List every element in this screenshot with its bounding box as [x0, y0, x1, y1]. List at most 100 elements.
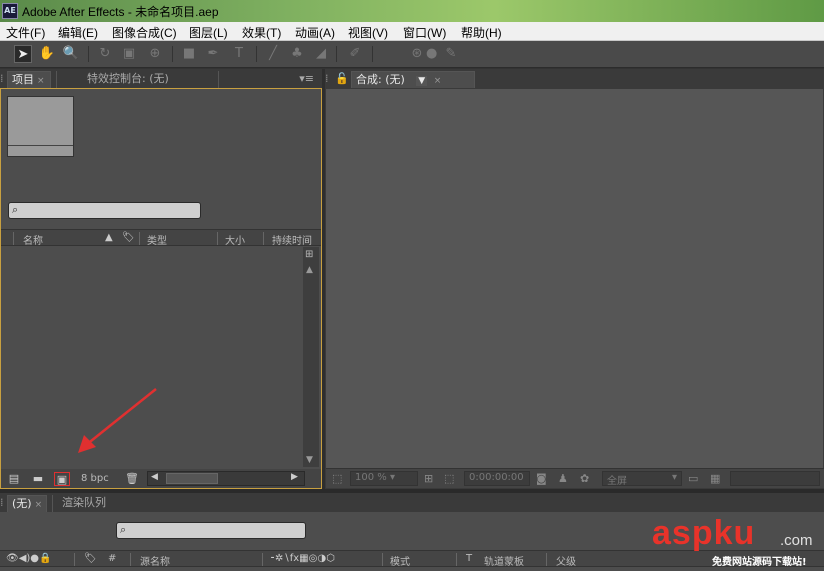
menu-file[interactable]: 文件(F) [6, 24, 45, 41]
brush-tool-icon[interactable]: ╱ [264, 45, 282, 63]
tab-composition[interactable]: 合成: (无) ▼ × [351, 71, 475, 88]
lock-icon[interactable]: 🔓 [335, 71, 349, 88]
av-features-icons[interactable]: 👁◀)●🔒 [6, 553, 51, 564]
column-size[interactable]: 大小 [225, 232, 245, 247]
watermark: aspku .com 免费网站源码下载站! [652, 512, 824, 571]
project-bottom-bar: ▤ ▬ ▣ 8 bpc 🗑 ◀ ▶ [1, 469, 321, 488]
label-tag-icon[interactable]: 🏷 [122, 232, 135, 243]
region-of-interest-icon[interactable]: ▭ [688, 472, 698, 485]
column-t[interactable]: T [466, 553, 472, 564]
hand-tool-icon[interactable]: ✋ [38, 45, 56, 63]
column-divider [263, 232, 264, 245]
menu-view[interactable]: 视图(V) [348, 24, 388, 41]
zoom-tool-icon[interactable]: 🔍 [62, 45, 80, 63]
transparency-grid-icon[interactable]: ▦ [710, 472, 720, 485]
comp-dropdown-icon[interactable]: ▼ [416, 76, 428, 86]
puppet-overlap-tool-icon[interactable]: ✎ [442, 45, 460, 63]
menu-animation[interactable]: 动画(A) [295, 24, 335, 41]
scroll-right-icon[interactable]: ▶ [291, 472, 298, 482]
label-tag-icon[interactable]: 🏷 [84, 553, 97, 564]
resolution-select[interactable]: 全屏 ▾ [602, 471, 682, 487]
column-track-matte[interactable]: 轨道蒙板 [484, 553, 524, 568]
column-divider [456, 553, 457, 566]
new-composition-icon[interactable]: ▣ [54, 472, 70, 486]
column-divider [217, 232, 218, 245]
toolbar-divider [88, 46, 89, 62]
project-panel-tabbar: ⁞ 项目 × 特效控制台: (无) ▾≡ [0, 69, 322, 88]
composition-viewer[interactable]: ⬚ 100 % ▾ ⊞ ⬚ 0:00:00:00 ◙ ♟ ✿ 全屏 ▾ ▭ ▦ [325, 88, 824, 489]
column-divider [546, 553, 547, 566]
close-icon[interactable]: × [434, 76, 442, 86]
type-tool-icon[interactable]: T [230, 45, 248, 63]
zoom-select[interactable]: 100 % ▾ [350, 471, 418, 486]
column-parent[interactable]: 父级 [556, 553, 576, 568]
menu-window[interactable]: 窗口(W) [403, 24, 446, 41]
timecode-field[interactable]: 0:00:00:00 [464, 471, 530, 486]
column-duration[interactable]: 持续时间 [272, 232, 312, 247]
column-divider [139, 232, 140, 245]
timeline-search-input[interactable]: ⌕ [116, 522, 306, 539]
flowchart-icon[interactable]: ⊞ [305, 249, 313, 260]
roto-brush-tool-icon[interactable]: ✐ [346, 45, 364, 63]
scroll-up-icon[interactable]: ▲ [306, 265, 313, 275]
column-number[interactable]: # [108, 553, 116, 564]
column-divider [130, 553, 131, 566]
menu-composition[interactable]: 图像合成(C) [112, 24, 177, 41]
tab-render-queue-label: 渲染队列 [62, 496, 106, 509]
eraser-tool-icon[interactable]: ◢ [312, 45, 330, 63]
view-select[interactable] [730, 471, 820, 486]
tab-timeline[interactable]: (无) × [7, 495, 47, 512]
sort-asc-icon[interactable]: ▲ [105, 232, 113, 243]
tab-effects-controls[interactable]: 特效控制台: (无) [56, 71, 216, 88]
tab-effects-label: 特效控制台: (无) [87, 72, 169, 85]
new-folder-icon[interactable]: ▬ [30, 472, 46, 486]
close-icon[interactable]: × [35, 500, 43, 510]
scroll-down-icon[interactable]: ▼ [306, 455, 313, 465]
watermark-brand: aspku [652, 514, 756, 552]
column-mode[interactable]: 模式 [390, 553, 410, 568]
project-search-input[interactable]: ⌕ [8, 202, 201, 219]
trash-icon[interactable]: 🗑 [124, 472, 140, 486]
channel-icon[interactable]: ✿ [580, 472, 589, 485]
column-source-name[interactable]: 源名称 [140, 553, 170, 568]
pen-tool-icon[interactable]: ✒ [204, 45, 222, 63]
puppet-pin-tool-icon[interactable]: ⊛ [408, 45, 426, 63]
column-name[interactable]: 名称 [23, 232, 43, 247]
close-icon[interactable]: × [37, 76, 45, 86]
project-scrollbar[interactable]: ⊞ ▲ ▼ [303, 247, 319, 467]
tab-composition-label: 合成: (无) [356, 73, 405, 86]
toolbar-divider [372, 46, 373, 62]
clone-stamp-tool-icon[interactable]: ♣ [288, 45, 306, 63]
column-type[interactable]: 类型 [147, 232, 167, 247]
horizontal-scrollbar[interactable]: ◀ ▶ [147, 471, 305, 486]
rectangle-tool-icon[interactable]: ■ [180, 45, 198, 63]
bpc-label[interactable]: 8 bpc [81, 473, 109, 484]
rotate-tool-icon[interactable]: ↻ [96, 45, 114, 63]
tab-project[interactable]: 项目 × [7, 71, 51, 88]
selection-tool-icon[interactable]: ➤ [14, 45, 32, 63]
column-divider [13, 232, 14, 245]
project-column-header: 名称 ▲ 🏷 类型 大小 持续时间 [1, 229, 321, 247]
camera-tool-icon[interactable]: ▣ [120, 45, 138, 63]
menu-edit[interactable]: 编辑(E) [58, 24, 98, 41]
mask-visibility-icon[interactable]: ⬚ [444, 472, 454, 485]
tab-render-queue[interactable]: 渲染队列 [52, 495, 122, 512]
scroll-left-icon[interactable]: ◀ [151, 472, 158, 482]
magnification-toggle-icon[interactable]: ⬚ [332, 472, 342, 485]
menu-help[interactable]: 帮助(H) [461, 24, 502, 41]
project-thumbnail [7, 96, 74, 157]
safe-margins-icon[interactable]: ⊞ [424, 472, 433, 485]
dot-icon: ● [426, 46, 438, 61]
menu-effect[interactable]: 效果(T) [242, 24, 281, 41]
snapshot-icon[interactable]: ◙ [536, 472, 547, 485]
menu-layer[interactable]: 图层(L) [189, 24, 228, 41]
panel-menu-icon[interactable]: ▾≡ [218, 71, 318, 88]
switches-icons[interactable]: ⁃✲∖fx▦◎◑⬡ [270, 553, 335, 564]
pan-behind-tool-icon[interactable]: ⊕ [146, 45, 164, 63]
watermark-tagline: 免费网站源码下载站! [712, 557, 807, 568]
scroll-thumb[interactable] [166, 473, 218, 484]
show-snapshot-icon[interactable]: ♟ [558, 472, 568, 485]
panel-grip-icon[interactable]: ⁞ [325, 71, 333, 88]
interpret-footage-icon[interactable]: ▤ [6, 472, 22, 486]
comp-panel-tabbar: ⁞ 🔓 合成: (无) ▼ × [325, 69, 824, 88]
